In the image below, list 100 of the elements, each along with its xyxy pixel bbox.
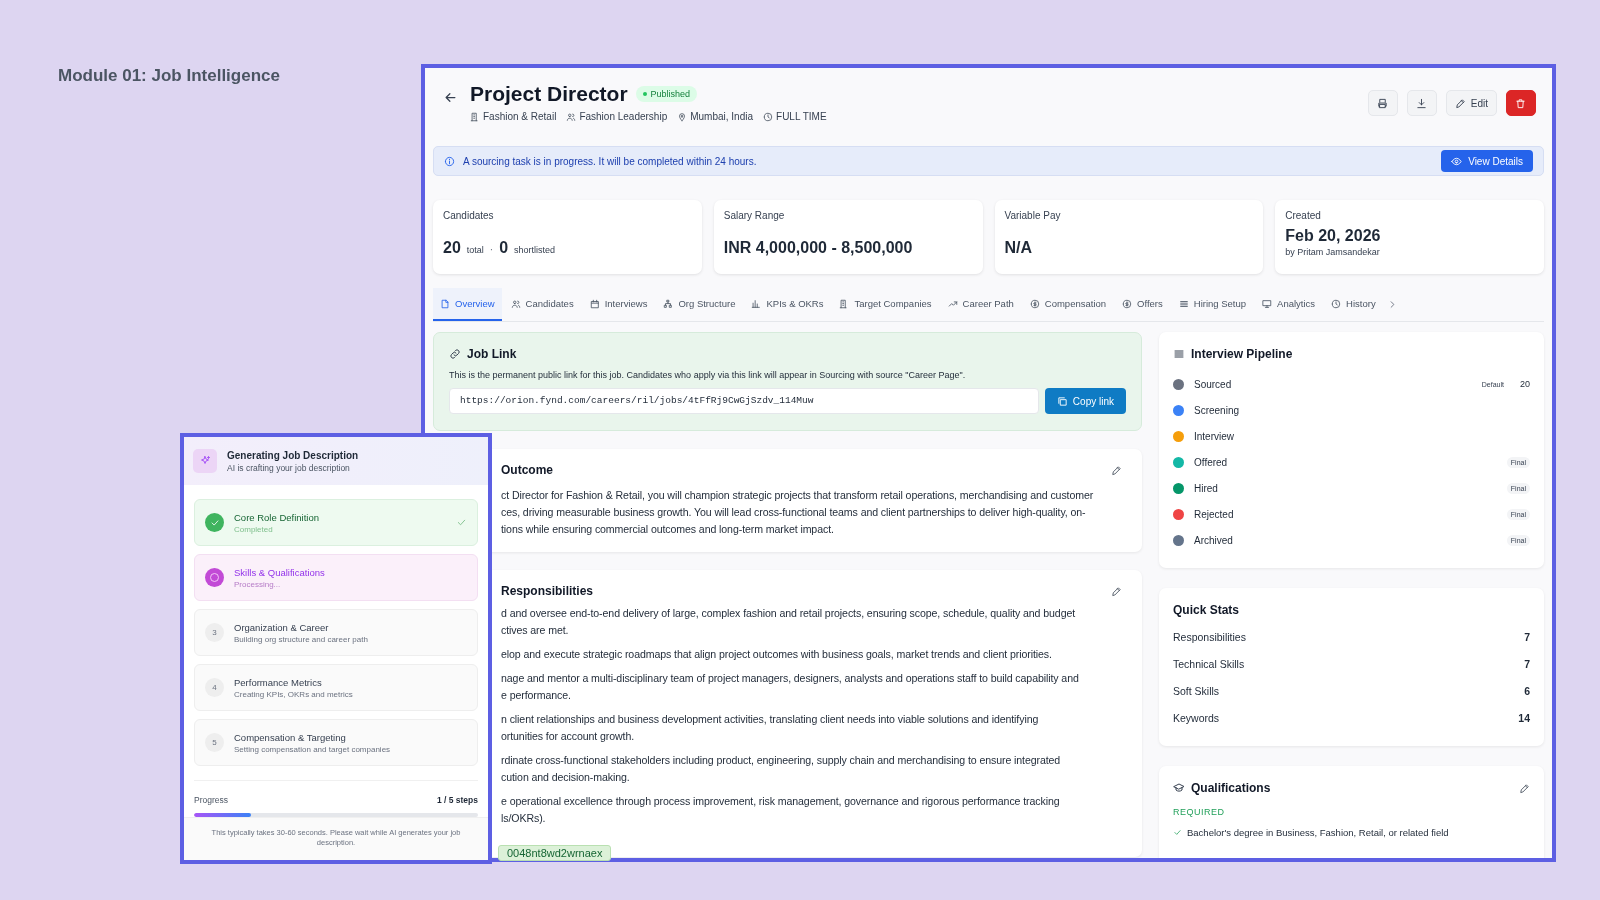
pencil-icon[interactable] (1519, 782, 1530, 794)
tab[interactable]: Org Structure (656, 288, 743, 321)
people-icon (566, 111, 577, 122)
responsibility-item: n client relationships and business development activities, translating client needs into viable solutions and identifying ortunities for account growth. (501, 712, 1040, 744)
step-title: Compensation & Targeting (234, 731, 347, 743)
step-status: Processing... (234, 579, 282, 589)
info-icon (444, 155, 455, 167)
stage-name: Screening (1194, 404, 1240, 416)
tab[interactable]: Hiring Setup (1171, 288, 1254, 321)
calendar-icon (589, 298, 600, 309)
download-button[interactable] (1406, 90, 1437, 116)
progress-count: 1 / 5 steps (436, 795, 478, 805)
tab[interactable]: Overview (433, 288, 502, 321)
outcome-text: ct Director for Fashion & Retail, you will champion strategic projects that transform retail operations, merchandising and customer ces, driving measurable business growth. You will lead cross-functional teams and client partnerships to deliver high-quality, on- tions while ensuring commercial outcomes and long-term market impact. (501, 488, 1095, 537)
pencil-icon (1454, 97, 1466, 109)
module-title: Module 01: Job Intelligence (58, 66, 281, 86)
panel-title: Generating Job Description (227, 449, 359, 461)
stat-value: 14 (1518, 711, 1530, 724)
location-pin-icon (677, 111, 688, 122)
stat-value: Feb 20, 2026 (1285, 227, 1382, 245)
step-number: 4 (205, 678, 224, 697)
coin-icon (1029, 298, 1040, 309)
job-meta-text: Fashion & Retail (483, 111, 557, 122)
people-icon (510, 298, 521, 309)
graduation-cap-icon (1173, 782, 1185, 794)
stat-value: 7 (1524, 630, 1530, 643)
card-title: Qualifications (1191, 781, 1271, 795)
stat-caption: total (466, 245, 484, 255)
org-chart-icon (663, 298, 674, 309)
stat-label: Variable Pay (1004, 210, 1062, 221)
stage-name: Sourced (1194, 378, 1232, 390)
link-icon (449, 348, 461, 360)
tab[interactable]: Analytics (1255, 288, 1323, 321)
tab[interactable]: Offers (1115, 288, 1170, 321)
stage-name: Hired (1194, 482, 1218, 494)
job-meta-text: FULL TIME (776, 111, 827, 122)
card-title: Outcome (501, 463, 553, 477)
check-icon (1173, 828, 1182, 837)
stat-caption: by Pritam Jamsandekar (1285, 247, 1381, 257)
eye-icon (1451, 155, 1463, 167)
clock-icon (763, 111, 774, 122)
card-title: Quick Stats (1173, 603, 1241, 617)
step-number: 5 (205, 733, 224, 752)
url-field[interactable]: https://orion.fynd.com/careers/ril/jobs/4tFfRj9CwGjSzdv_114Muw (449, 388, 1039, 414)
responsibility-item: nage and mentor a multi-disciplinary team of project managers, designers, analysts and operations staff to build capability and e performance. (501, 671, 1080, 703)
stat-value: 7 (1524, 657, 1530, 670)
sparkle-icon (199, 455, 211, 467)
view-details-button[interactable]: View Details (1441, 150, 1533, 172)
step-title: Core Role Definition (234, 511, 319, 523)
stat-value: N/A (1004, 239, 1034, 257)
stat-label: Soft Skills (1173, 684, 1220, 697)
stage-name: Interview (1194, 430, 1234, 442)
stage-name: Offered (1194, 456, 1228, 468)
card-title: Job Link (467, 347, 517, 361)
edit-button[interactable]: Edit (1445, 90, 1497, 116)
stat-label: Keywords (1173, 711, 1220, 724)
stat-value: 6 (1524, 684, 1530, 697)
responsibility-item: rdinate cross-functional stakeholders including product, engineering, supply chain and merchandising to ensure integrated cution and decision-making. (501, 753, 1062, 785)
step-status: Setting compensation and target companies (234, 744, 391, 754)
step-status: Creating KPIs, OKRs and metrics (234, 689, 353, 699)
delete-button[interactable] (1506, 90, 1536, 116)
coin-icon (1122, 298, 1133, 309)
copy-link-button[interactable]: Copy link (1044, 388, 1126, 414)
print-button[interactable] (1367, 90, 1398, 116)
stat-value: 20 (443, 239, 461, 257)
printer-icon (1376, 97, 1388, 109)
tab[interactable]: Career Path (940, 288, 1021, 321)
progress-label: Progress (194, 795, 228, 805)
stat-label: Created (1285, 210, 1322, 221)
monitor-icon (1262, 298, 1273, 309)
list-icon (1173, 348, 1185, 360)
pencil-icon[interactable] (1111, 585, 1122, 597)
responsibility-item: e operational excellence through process improvement, risk management, governance and rigorous performance tracking ls/OKRs). (501, 794, 1061, 826)
document-icon (440, 298, 450, 309)
step-title: Performance Metrics (234, 676, 323, 688)
tab[interactable]: Interviews (582, 288, 655, 321)
stat-caption: shortlisted (514, 245, 556, 255)
separator-dot: · (489, 244, 494, 255)
job-link-description: This is the permanent public link for this job. Candidates who apply via this link will appear in Sourcing with source "Career Page". (449, 370, 967, 380)
tab[interactable]: KPIs & OKRs (744, 288, 831, 321)
tab[interactable]: Compensation (1022, 288, 1114, 321)
step-title: Skills & Qualifications (234, 566, 325, 578)
tab[interactable]: Target Companies (832, 288, 939, 321)
banner-message: A sourcing task is in progress. It will be completed within 24 hours. (463, 155, 758, 167)
tab[interactable]: Candidates (503, 288, 581, 321)
tab[interactable]: History (1324, 288, 1383, 321)
copy-icon (1056, 395, 1068, 407)
clock-icon (1331, 298, 1342, 309)
stage-name: Rejected (1194, 508, 1234, 520)
download-icon (1415, 97, 1427, 109)
back-arrow-icon[interactable] (443, 90, 458, 105)
trend-icon (947, 298, 958, 309)
responsibility-item: elop and execute strategic roadmaps that align project outcomes with business goals, market trends and client priorities. (501, 647, 1053, 662)
trash-icon (1515, 97, 1526, 109)
check-icon (209, 517, 220, 528)
stat-label: Salary Range (723, 210, 786, 221)
stage-name: Archived (1194, 534, 1233, 546)
list-icon (1178, 298, 1189, 309)
check-icon (456, 517, 467, 528)
pencil-icon[interactable] (1111, 464, 1122, 476)
